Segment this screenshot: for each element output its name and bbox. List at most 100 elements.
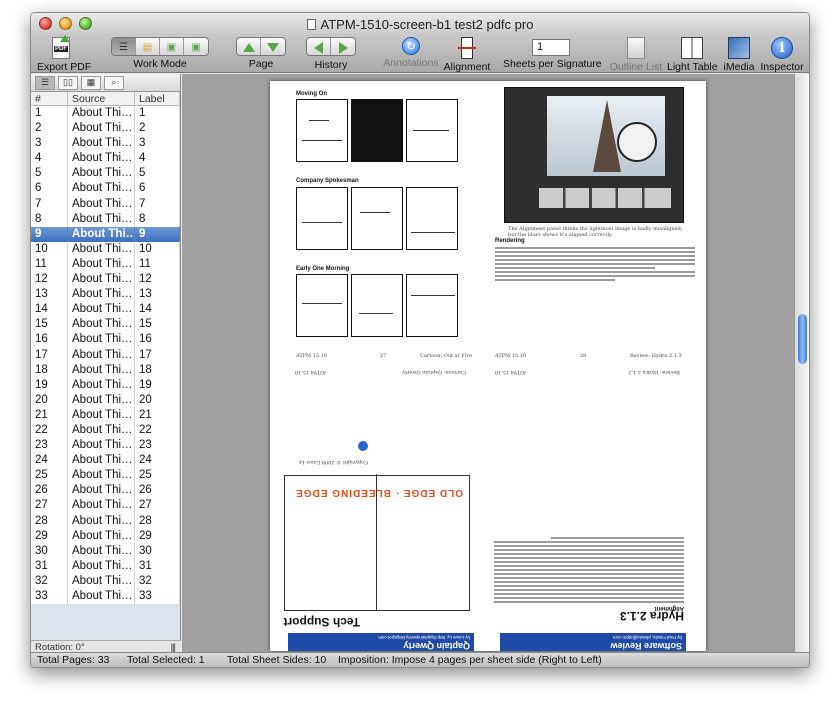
column-header-source[interactable]: Source: [68, 92, 135, 105]
comic-strip-company-spokesman: [296, 187, 458, 250]
page-list-row[interactable]: 29 About Thi… 29: [31, 528, 180, 544]
comic-panel: [406, 99, 458, 162]
work-mode-notes-icon[interactable]: ▤: [136, 38, 160, 55]
page-list-row[interactable]: 26 About Thi… 26: [31, 483, 180, 499]
page-list-row[interactable]: 16 About Thi… 16: [31, 332, 180, 348]
sheets-per-signature-input[interactable]: 1: [532, 39, 570, 56]
footer-left-title: Cartoon: Out at Five: [420, 353, 473, 359]
export-pdf-label: Export PDF: [37, 61, 92, 73]
page-up-button[interactable]: [237, 38, 261, 55]
vertical-scrollbar[interactable]: [794, 74, 809, 654]
page-list-row[interactable]: 32 About Thi… 32: [31, 573, 180, 589]
row-source: About Thi…: [68, 317, 135, 333]
row-label: 24: [135, 453, 180, 469]
footer-right-tag: ATPM 15.10: [495, 353, 527, 359]
comic-strip-early-one-morning: [296, 274, 458, 337]
page-list-row[interactable]: 18 About Thi… 18: [31, 362, 180, 378]
page-list-row[interactable]: 17 About Thi… 17: [31, 347, 180, 363]
inv-copyright: Copyright © 2009 Linus Ly: [298, 459, 368, 465]
row-number: 16: [31, 332, 68, 348]
tab-search[interactable]: ⌕: [104, 75, 124, 90]
review-screenshot: [504, 87, 684, 223]
page-list-row[interactable]: 33 About Thi… 33: [31, 589, 180, 605]
tab-grid-view[interactable]: ▦: [81, 75, 101, 90]
page-list-row[interactable]: 28 About Thi… 28: [31, 513, 180, 529]
history-segmented: [306, 37, 356, 56]
row-number: 33: [31, 589, 68, 605]
page-list-row[interactable]: 5 About Thi… 5: [31, 166, 180, 182]
page-list-row[interactable]: 22 About Thi… 22: [31, 422, 180, 439]
sheets-per-signature-control: 1 Sheets per Signature: [503, 37, 602, 70]
page-list-row[interactable]: 21 About Thi… 21: [31, 407, 180, 423]
page-list-row[interactable]: 30 About Thi… 30: [31, 543, 180, 559]
page-list-row[interactable]: 3 About Thi… 3: [31, 136, 180, 152]
page-list-row[interactable]: 11 About Thi… 11: [31, 256, 180, 273]
row-number: 10: [31, 241, 68, 257]
history-forward-button[interactable]: [331, 38, 355, 55]
page-list-row[interactable]: 19 About Thi… 19: [31, 377, 180, 393]
imedia-button[interactable]: iMedia: [721, 37, 757, 73]
page-list-row[interactable]: 8 About Thi… 8: [31, 211, 180, 227]
work-mode-list-icon[interactable]: ☰: [112, 38, 136, 55]
work-mode-pages-icon[interactable]: ▣: [160, 38, 184, 55]
outline-list-label: Outline List: [609, 61, 663, 73]
row-source: About Thi…: [68, 438, 135, 454]
page-list-row[interactable]: 7 About Thi… 7: [31, 196, 180, 212]
page-list-row[interactable]: 9 About Thi… 9: [31, 226, 180, 242]
page-list-row[interactable]: 10 About Thi… 10: [31, 241, 180, 257]
toolbar: PDF Export PDF ☰ ▤ ▣ ▣ Work Mode Page Hi…: [31, 35, 809, 73]
page-list-row[interactable]: 15 About Thi… 15: [31, 317, 180, 333]
comic-title-company-spokesman: Company Spokesman: [296, 178, 359, 184]
outline-list-button[interactable]: Outline List: [609, 37, 663, 73]
column-header-number[interactable]: #: [31, 92, 68, 105]
inv-footer-left-tag: ATPM 15.10: [294, 369, 326, 375]
row-label: 32: [135, 573, 180, 589]
inv-header-right: Software Review by Paul Fatula, pfatula@…: [500, 633, 686, 651]
page-list-row[interactable]: 20 About Thi… 20: [31, 392, 180, 408]
row-label: 33: [135, 589, 180, 605]
close-button[interactable]: [39, 17, 52, 30]
work-mode-sheets-icon[interactable]: ▣: [184, 38, 208, 55]
page-list-row[interactable]: 2 About Thi… 2: [31, 121, 180, 137]
page-list-row[interactable]: 1 About Thi… 1: [31, 106, 180, 122]
page-list-row[interactable]: 24 About Thi… 24: [31, 453, 180, 469]
page-list-row[interactable]: 14 About Thi… 14: [31, 302, 180, 318]
zoom-button[interactable]: [79, 17, 92, 30]
page-list-row[interactable]: 27 About Thi… 27: [31, 498, 180, 514]
minimize-button[interactable]: [59, 17, 72, 30]
annotations-button[interactable]: ↻ Annotations: [381, 37, 441, 69]
export-pdf-badge: PDF: [54, 46, 68, 52]
inspector-label: Inspector: [760, 61, 804, 73]
row-label: 5: [135, 166, 180, 182]
page-down-button[interactable]: [261, 38, 285, 55]
page-list-row[interactable]: 25 About Thi… 25: [31, 468, 180, 484]
comic-strip-moving-on: [296, 99, 458, 162]
scroll-thumb[interactable]: [798, 314, 807, 364]
page-list-rows: 1 About Thi… 1 2 About Thi… 2 3 About Thi… 3 4 Abo…: [31, 106, 180, 605]
row-source: About Thi…: [68, 272, 135, 288]
history-back-button[interactable]: [307, 38, 331, 55]
row-number: 18: [31, 362, 68, 378]
inspector-button[interactable]: i Inspector: [759, 37, 805, 73]
page-list-row[interactable]: 13 About Thi… 13: [31, 287, 180, 303]
light-table-button[interactable]: Light Table: [667, 37, 718, 73]
inverted-pages: Cartoon: Qaptain Qwerty ATPM 15.10 Revie…: [270, 365, 706, 651]
tab-list-view[interactable]: ☰: [35, 75, 55, 90]
page-list-row[interactable]: 12 About Thi… 12: [31, 272, 180, 288]
imedia-icon: [728, 37, 750, 59]
tab-spread-view[interactable]: ▯▯: [58, 75, 78, 90]
row-source: About Thi…: [68, 498, 135, 514]
export-arrow-icon: [60, 35, 70, 42]
annotations-label: Annotations: [383, 57, 439, 69]
inv-header-right-title: Software Review: [610, 641, 682, 651]
page-list-row[interactable]: 4 About Thi… 4: [31, 151, 180, 167]
row-number: 6: [31, 181, 68, 197]
export-pdf-button[interactable]: PDF Export PDF: [37, 35, 92, 73]
footer-left-number: 27: [380, 353, 387, 359]
row-source: About Thi…: [68, 121, 135, 137]
column-header-label[interactable]: Label: [135, 92, 180, 105]
page-list-row[interactable]: 23 About Thi… 23: [31, 438, 180, 454]
page-list-row[interactable]: 31 About Thi… 31: [31, 558, 180, 574]
page-list-row[interactable]: 6 About Thi… 6: [31, 181, 180, 197]
alignment-button[interactable]: Alignment: [441, 37, 493, 73]
